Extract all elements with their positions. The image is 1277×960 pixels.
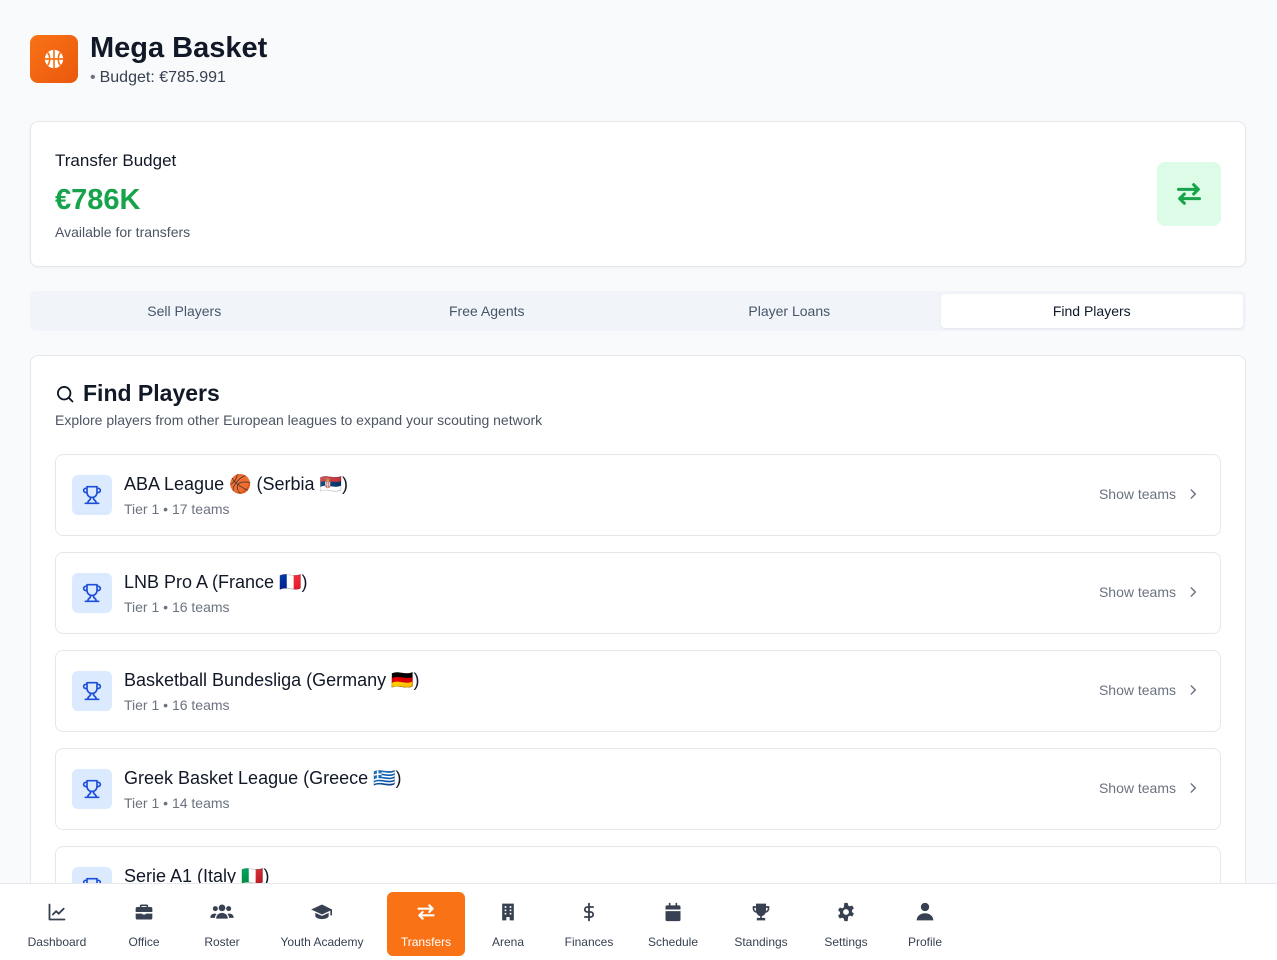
nav-roster[interactable]: Roster [190,892,254,956]
trophy-icon [752,903,770,921]
league-item-gbl[interactable]: Greek Basket League (Greece 🇬🇷) Tier 1 •… [55,748,1221,830]
tab-sell-players[interactable]: Sell Players [33,294,336,328]
find-players-title: Find Players [55,380,220,407]
transfer-budget-label: Transfer Budget [55,151,177,170]
chevron-right-icon [1190,587,1197,597]
briefcase-icon [135,904,153,920]
budget-line-text: Budget: €785.991 [99,69,226,86]
nav-transfers[interactable]: Transfers [387,892,465,956]
arrows-exchange-icon [417,904,435,920]
graduation-cap-icon [311,904,332,920]
transfer-budget-subtitle: Available for transfers [55,224,191,240]
nav-finances[interactable]: Finances [554,892,624,956]
show-teams-label: Show teams [1098,682,1176,698]
show-teams-label: Show teams [1098,780,1176,796]
trophy-icon [72,769,112,809]
nav-office[interactable]: Office [114,892,174,956]
show-teams-link[interactable]: Show teams [1099,486,1200,502]
budget-line: • Budget: €785.991 [90,69,226,86]
transfer-budget-card: Transfer Budget €786K Available for tran… [30,121,1246,267]
chart-line-icon [48,903,66,921]
bottom-nav: Dashboard Office Roster Youth Academy Tr… [0,883,1277,960]
league-name: Basketball Bundesliga (Germany 🇩🇪) [124,670,420,690]
users-icon [210,904,234,919]
league-item-lnb[interactable]: LNB Pro A (France 🇫🇷) Tier 1 • 16 teams … [55,552,1221,634]
show-teams-label: Show teams [1098,486,1176,502]
tab-free-agents[interactable]: Free Agents [336,294,639,328]
building-icon [502,903,514,921]
nav-label: Arena [491,935,525,949]
league-name: Greek Basket League (Greece 🇬🇷) [124,768,402,788]
league-item-aba[interactable]: ABA League 🏀 (Serbia 🇷🇸) Tier 1 • 17 tea… [55,454,1221,536]
app-header: Mega Basket • Budget: €785.991 [30,33,267,87]
nav-label: Settings [824,935,868,949]
show-teams-link[interactable]: Show teams [1099,584,1200,600]
league-meta: Tier 1 • 17 teams [124,501,230,517]
user-icon [916,902,934,921]
gear-icon [838,902,854,922]
find-players-card: Find Players Explore players from other … [30,355,1246,960]
nav-arena[interactable]: Arena [484,892,532,956]
nav-schedule[interactable]: Schedule [638,892,708,956]
trophy-icon [72,475,112,515]
show-teams-link[interactable]: Show teams [1099,682,1200,698]
nav-label: Transfers [400,935,452,949]
dollar-icon [583,902,595,922]
league-meta: Tier 1 • 16 teams [124,697,230,713]
nav-label: Profile [907,935,942,949]
show-teams-label: Show teams [1098,584,1176,600]
nav-standings[interactable]: Standings [726,892,796,956]
nav-settings[interactable]: Settings [814,892,878,956]
nav-profile[interactable]: Profile [896,892,954,956]
basketball-logo-icon [30,35,78,83]
trophy-icon [72,573,112,613]
nav-label: Standings [734,935,788,949]
nav-youth-academy[interactable]: Youth Academy [270,892,374,956]
league-name: LNB Pro A (France 🇫🇷) [124,572,308,592]
chevron-right-icon [1190,685,1197,695]
transfer-budget-amount: €786K [55,184,141,216]
transfer-tabs: Sell Players Free Agents Player Loans Fi… [30,291,1246,331]
find-players-subtitle: Explore players from other European leag… [55,412,543,428]
arrows-exchange-icon [1157,162,1221,226]
league-name: ABA League 🏀 (Serbia 🇷🇸) [124,474,348,494]
league-item-bbl[interactable]: Basketball Bundesliga (Germany 🇩🇪) Tier … [55,650,1221,732]
show-teams-link[interactable]: Show teams [1099,780,1200,796]
nav-label: Office [128,935,160,949]
nav-label: Finances [564,935,614,949]
league-meta: Tier 1 • 16 teams [124,599,230,615]
chevron-right-icon [1190,783,1197,793]
find-players-title-text: Find Players [83,380,220,406]
nav-label: Roster [204,935,240,949]
app-title: Mega Basket [90,32,268,64]
search-icon [57,385,74,402]
nav-label: Dashboard [27,935,87,949]
calendar-icon [665,902,681,922]
trophy-icon [72,671,112,711]
chevron-right-icon [1190,489,1197,499]
league-meta: Tier 1 • 14 teams [124,795,230,811]
nav-dashboard[interactable]: Dashboard [16,892,98,956]
nav-label: Youth Academy [280,935,364,949]
tab-player-loans[interactable]: Player Loans [638,294,941,328]
tab-find-players[interactable]: Find Players [940,294,1243,328]
nav-label: Schedule [647,935,699,949]
